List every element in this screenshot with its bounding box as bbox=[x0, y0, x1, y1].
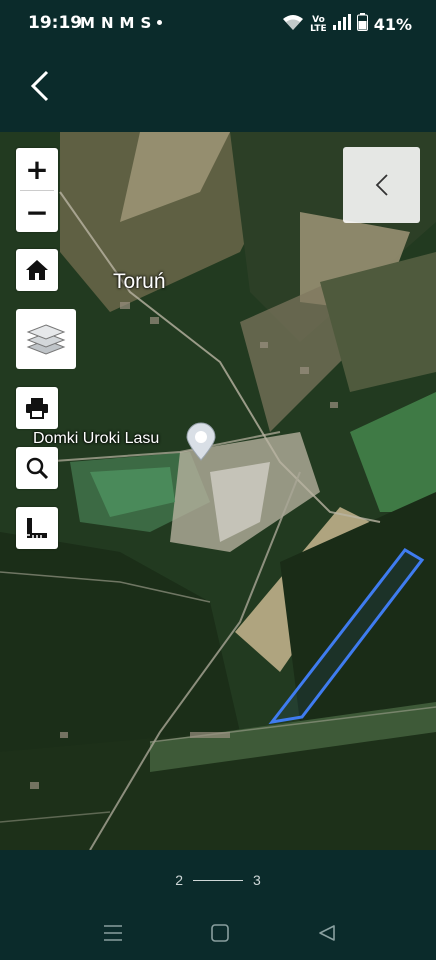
gmail-icon: M bbox=[80, 14, 95, 32]
notification-icons: M N M S bbox=[80, 14, 163, 32]
signal-icon bbox=[332, 14, 351, 35]
layers-icon bbox=[26, 324, 66, 355]
app-s-icon: S bbox=[140, 14, 152, 32]
volte-bottom-text: LTE bbox=[310, 23, 327, 34]
pager-current: 2 bbox=[175, 872, 183, 888]
pager-divider bbox=[193, 879, 243, 881]
print-button[interactable] bbox=[16, 387, 58, 429]
back-nav-button[interactable] bbox=[312, 918, 342, 948]
chevron-left-icon bbox=[30, 70, 49, 102]
collapse-panel-button[interactable] bbox=[343, 147, 420, 223]
volte-icon: Vo LTE bbox=[310, 15, 327, 34]
ruler-icon bbox=[27, 518, 47, 538]
triangle-back-icon bbox=[319, 925, 335, 941]
home-button[interactable] bbox=[16, 249, 58, 291]
search-button[interactable] bbox=[16, 447, 58, 489]
search-icon bbox=[26, 457, 49, 480]
measure-button[interactable] bbox=[16, 507, 58, 549]
poi-label[interactable]: Domki Uroki Lasu bbox=[33, 430, 159, 448]
layers-button[interactable] bbox=[16, 309, 76, 369]
zoom-in-button[interactable]: + bbox=[16, 148, 58, 190]
menu-icon bbox=[104, 925, 122, 941]
system-navigation-bar bbox=[0, 910, 436, 960]
chevron-left-icon bbox=[375, 174, 388, 196]
home-icon bbox=[26, 260, 48, 280]
satellite-map[interactable]: Toruń Domki Uroki Lasu + − bbox=[0, 132, 436, 850]
photo-pager: 2 3 bbox=[0, 850, 436, 910]
home-nav-button[interactable] bbox=[205, 918, 235, 948]
app-bar bbox=[0, 46, 436, 132]
zoom-out-button[interactable]: − bbox=[16, 191, 58, 233]
gmail-icon: M bbox=[119, 14, 135, 32]
location-pin-icon[interactable] bbox=[184, 422, 218, 467]
place-label: Toruń bbox=[113, 270, 166, 293]
battery-icon bbox=[356, 13, 368, 36]
netflix-icon: N bbox=[100, 14, 114, 32]
status-time: 19:19 bbox=[28, 13, 83, 33]
printer-icon bbox=[26, 398, 48, 419]
pager-total: 3 bbox=[253, 872, 261, 888]
zoom-control: + − bbox=[16, 148, 58, 232]
wifi-icon bbox=[282, 14, 304, 36]
satellite-imagery bbox=[0, 132, 436, 850]
more-notifications-icon bbox=[157, 20, 163, 25]
back-button[interactable] bbox=[22, 68, 58, 104]
recents-button[interactable] bbox=[98, 918, 128, 948]
status-bar: 19:19 M N M S Vo LTE 41% bbox=[0, 0, 436, 46]
battery-percentage: 41% bbox=[373, 15, 412, 34]
square-icon bbox=[211, 924, 229, 942]
system-icons: Vo LTE 41% bbox=[282, 13, 412, 36]
